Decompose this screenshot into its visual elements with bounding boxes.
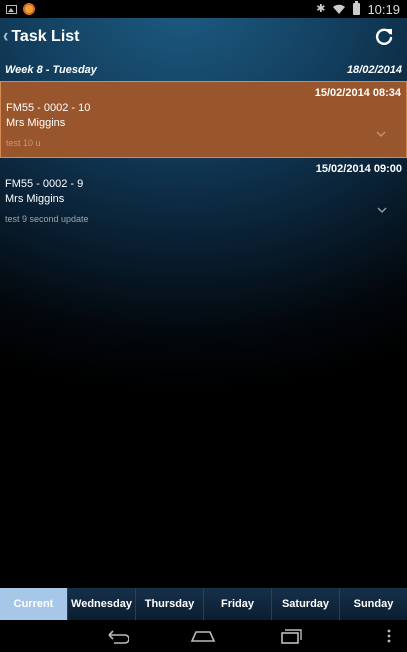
recent-apps-icon[interactable] [279,626,303,646]
task-datetime: 15/02/2014 08:34 [314,87,401,99]
task-datetime: 15/02/2014 09:00 [315,163,402,175]
tab-sunday[interactable]: Sunday [340,588,407,620]
system-nav-bar [0,620,407,652]
week-label: Week 8 - Tuesday [5,64,97,76]
task-code: FM55 - 0002 - 9 [5,178,84,190]
battery-icon [353,1,361,15]
tab-saturday[interactable]: Saturday [272,588,340,620]
chevron-down-icon[interactable] [376,130,386,138]
task-item[interactable]: 15/02/2014 08:34 FM55 - 0002 - 10 Mrs Mi… [0,81,407,158]
gallery-notification-icon [6,4,17,14]
chevron-left-icon[interactable]: ‹ [3,26,8,48]
app-notification-icon [23,3,35,15]
tab-friday[interactable]: Friday [204,588,272,620]
back-icon[interactable] [105,626,129,646]
task-person: Mrs Miggins [5,193,65,205]
status-time: 10:19 [367,1,400,17]
task-item[interactable]: 15/02/2014 09:00 FM55 - 0002 - 9 Mrs Mig… [0,158,407,235]
bluetooth-icon: ✱ [316,2,326,15]
tab-current[interactable]: Current [0,588,68,620]
week-date: 18/02/2014 [346,64,402,76]
overflow-menu-icon[interactable] [386,626,392,646]
task-code: FM55 - 0002 - 10 [6,102,91,114]
wifi-icon [333,4,346,14]
screen: ✱ 10:19 ‹ Task List Week 8 - Tuesday 18/… [0,0,407,652]
task-note: test 9 second update [5,214,89,224]
home-icon[interactable] [190,626,216,646]
chevron-down-icon[interactable] [377,206,387,214]
task-person: Mrs Miggins [6,117,66,129]
refresh-icon[interactable] [373,26,395,48]
action-bar: ‹ Task List [0,18,407,56]
tab-thursday[interactable]: Thursday [136,588,204,620]
tab-wednesday[interactable]: Wednesday [68,588,136,620]
day-tab-bar: Current Wednesday Thursday Friday Saturd… [0,588,407,620]
week-header: Week 8 - Tuesday 18/02/2014 [0,60,407,80]
page-title[interactable]: Task List [11,28,79,46]
task-note: test 10 u [6,138,41,148]
status-bar: ✱ 10:19 [0,0,407,18]
